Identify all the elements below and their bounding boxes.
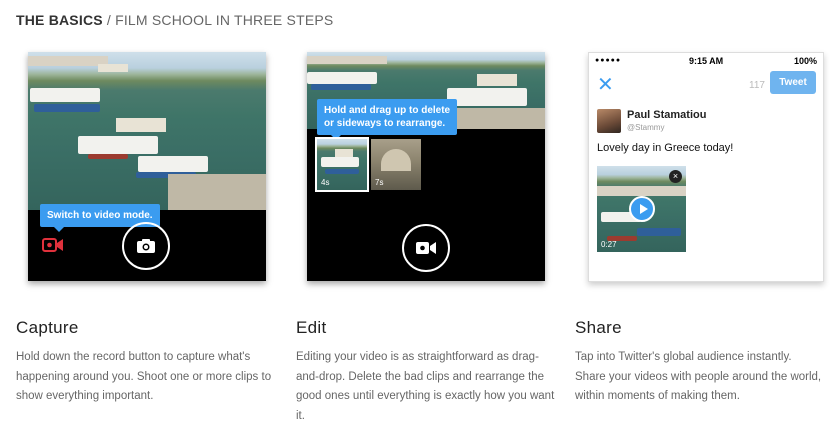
harbor-photo [28,52,266,212]
edit-title: Edit [296,318,327,337]
clip-duration: 7s [375,178,384,187]
close-icon[interactable]: ✕ [597,75,614,95]
header-separator: / [102,12,116,28]
page-header: THE BASICS / FILM SCHOOL IN THREE STEPS [16,12,333,28]
video-camera-icon[interactable] [42,237,64,258]
tweet-text[interactable]: Lovely day in Greece today! [597,142,733,154]
edit-description: Editing your video is as straightforward… [296,351,555,422]
record-button[interactable] [402,224,450,272]
share-section: Share Tap into Twitter's global audience… [575,318,825,407]
edit-screenshot: Hold and drag up to delete or sideways t… [307,52,545,281]
share-title: Share [575,318,622,337]
camera-icon [137,239,155,253]
clip-thumbnail[interactable]: 7s [371,139,421,190]
video-duration: 0:27 [601,240,617,249]
play-icon[interactable] [629,196,655,222]
clip-duration: 4s [321,178,330,187]
status-time: 9:15 AM [689,56,724,66]
video-camera-icon [416,242,436,254]
share-description: Tap into Twitter's global audience insta… [575,351,822,402]
shutter-button[interactable] [122,222,170,270]
tweet-button[interactable]: Tweet [770,71,816,94]
user-name: Paul Stamatiou [627,109,707,121]
video-attachment[interactable]: × 0:27 [597,166,686,252]
header-basics: THE BASICS [16,12,103,28]
share-screenshot: ●●●●● 9:15 AM 100% ✕ 117 Tweet Paul Stam… [588,52,824,282]
capture-screenshot: Switch to video mode. [28,52,266,281]
capture-title: Capture [16,318,79,337]
battery-level: 100% [793,56,817,66]
user-handle: @Stammy [627,123,665,132]
clip-thumbnail[interactable]: 4s [315,137,369,192]
tooltip-line1: Hold and drag up to delete [324,105,451,116]
character-count: 117 [749,80,765,91]
remove-media-icon[interactable]: × [669,170,682,183]
signal-icon: ●●●●● [595,57,622,64]
edit-section: Edit Editing your video is as straightfo… [296,318,556,426]
tooltip-line2: or sideways to rearrange. [324,118,446,129]
capture-description: Hold down the record button to capture w… [16,351,272,402]
header-subtitle: FILM SCHOOL IN THREE STEPS [115,12,334,28]
avatar [597,109,621,133]
drag-hint-tooltip: Hold and drag up to delete or sideways t… [317,99,458,140]
capture-section: Capture Hold down the record button to c… [16,318,286,407]
status-bar: ●●●●● 9:15 AM 100% [589,53,823,69]
